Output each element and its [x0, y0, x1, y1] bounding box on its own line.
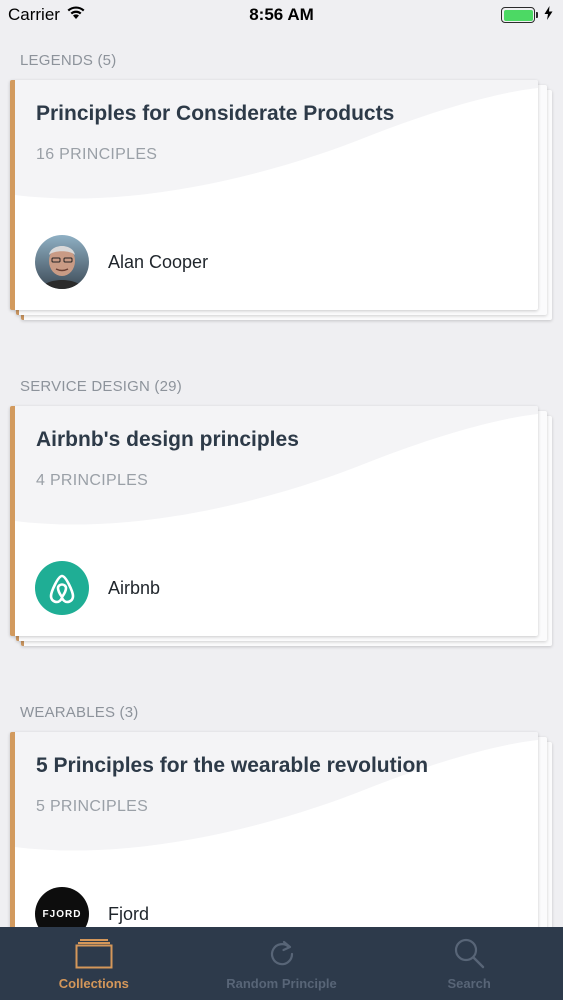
tab-random-principle[interactable]: Random Principle — [188, 927, 376, 1000]
card-principles-count: 16 PRINCIPLES — [36, 146, 158, 163]
collection-card[interactable]: Principles for Considerate Products 16 P… — [10, 80, 538, 310]
status-right — [501, 5, 553, 25]
card-principles-count: 4 PRINCIPLES — [36, 472, 149, 489]
section-title: WEARABLES (3) — [20, 704, 139, 721]
card-title: 5 Principles for the wearable revolution — [36, 754, 429, 777]
collection-card-airbnb[interactable]: Airbnb's design principles 4 PRINCIPLES … — [10, 406, 555, 651]
section-title: LEGENDS (5) — [20, 52, 117, 69]
avatar-alan-cooper — [35, 235, 89, 289]
card-principles-count: 5 PRINCIPLES — [36, 798, 149, 815]
carrier-label: Carrier — [8, 5, 60, 24]
tab-collections[interactable]: Collections — [0, 927, 188, 1000]
status-bar: Carrier 8:56 AM — [0, 0, 563, 30]
section-title: SERVICE DESIGN (29) — [20, 378, 182, 395]
refresh-icon — [262, 935, 302, 971]
collections-list[interactable]: LEGENDS (5) Principles for Considerate P… — [0, 30, 563, 927]
card-wave-decoration — [15, 414, 538, 536]
author-name: Fjord — [108, 903, 150, 924]
airbnb-logo-icon — [35, 561, 89, 615]
fjord-logo-text: FJORD — [42, 908, 82, 920]
tab-search[interactable]: Search — [375, 927, 563, 1000]
charging-bolt-icon — [544, 5, 553, 25]
collections-icon — [74, 935, 114, 971]
status-left: Carrier — [8, 5, 86, 25]
collection-card[interactable]: Airbnb's design principles 4 PRINCIPLES … — [10, 406, 538, 636]
search-icon — [449, 935, 489, 971]
card-title: Airbnb's design principles — [36, 428, 299, 451]
collection-card-considerate-products[interactable]: Principles for Considerate Products 16 P… — [10, 80, 555, 325]
tab-label: Collections — [58, 976, 129, 991]
tab-bar: Collections Random Principle Search — [0, 927, 563, 1000]
card-author[interactable]: Alan Cooper — [35, 235, 208, 289]
card-title: Principles for Considerate Products — [36, 102, 395, 125]
card-author[interactable]: FJORD Fjord — [35, 887, 149, 927]
author-name: Alan Cooper — [108, 251, 209, 272]
tab-label: Random Principle — [226, 976, 337, 991]
card-author[interactable]: Airbnb — [35, 561, 160, 615]
card-wave-decoration — [15, 740, 538, 862]
card-wave-decoration — [15, 88, 538, 210]
fjord-logo-icon: FJORD — [35, 887, 89, 927]
battery-icon — [501, 7, 538, 23]
wifi-icon — [66, 5, 86, 25]
collection-card-wearable-revolution[interactable]: 5 Principles for the wearable revolution… — [10, 732, 555, 927]
author-name: Airbnb — [108, 577, 161, 598]
collection-card[interactable]: 5 Principles for the wearable revolution… — [10, 732, 538, 927]
tab-label: Search — [447, 976, 491, 991]
